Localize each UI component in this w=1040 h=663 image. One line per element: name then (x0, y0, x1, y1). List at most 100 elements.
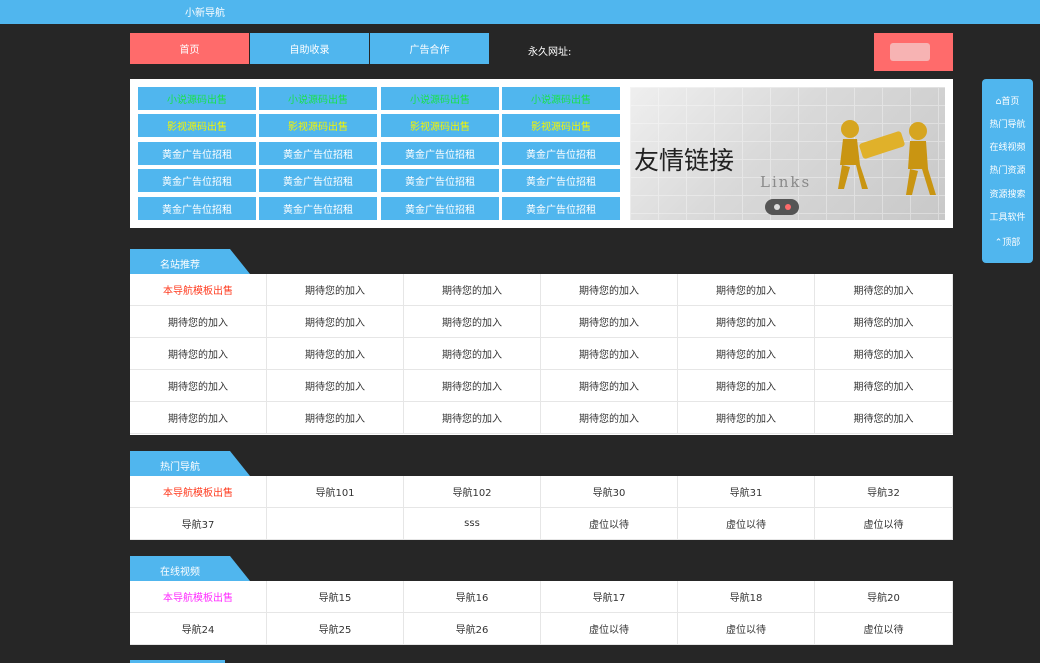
table-cell[interactable]: 导航25 (267, 613, 404, 645)
ad-cell[interactable]: 黄金广告位招租 (138, 197, 256, 220)
ad-cell[interactable]: 小说源码出售 (259, 87, 377, 110)
ad-cell[interactable]: 影视源码出售 (259, 114, 377, 137)
table-cell[interactable]: 期待您的加入 (130, 306, 267, 338)
sidebar-home-label: 首页 (1001, 97, 1020, 107)
table-cell[interactable]: 虚位以待 (815, 613, 953, 645)
table-cell[interactable]: 期待您的加入 (267, 306, 404, 338)
table-cell[interactable]: 导航101 (267, 476, 404, 508)
table-cell[interactable]: 虚位以待 (678, 508, 815, 540)
sidebar-item[interactable]: 热门导航 (982, 117, 1033, 130)
table-cell[interactable]: 期待您的加入 (404, 338, 541, 370)
table-cell[interactable]: 期待您的加入 (130, 338, 267, 370)
table-cell[interactable]: 导航37 (130, 508, 267, 540)
table-cell[interactable]: 期待您的加入 (815, 370, 953, 402)
table-cell[interactable]: 导航15 (267, 581, 404, 613)
top-bar: 小新导航 (0, 0, 1040, 24)
sidebar-item[interactable]: 热门资源 (982, 163, 1033, 176)
slide-subtitle: Links (760, 173, 812, 191)
table-cell[interactable]: 虚位以待 (541, 508, 678, 540)
friend-links-slide[interactable]: 友情链接 Links (630, 87, 945, 220)
table-cell[interactable]: 期待您的加入 (541, 306, 678, 338)
sidebar-item[interactable]: 在线视频 (982, 140, 1033, 153)
url-box[interactable] (874, 33, 953, 71)
table-cell[interactable]: 本导航模板出售 (130, 581, 267, 613)
slide-dot-active[interactable] (784, 204, 791, 210)
table-cell[interactable]: 期待您的加入 (541, 370, 678, 402)
nav-self-submit[interactable]: 自助收录 (250, 33, 369, 64)
table-cell[interactable]: 导航30 (541, 476, 678, 508)
table-cell[interactable]: 期待您的加入 (541, 402, 678, 434)
table-cell[interactable]: 期待您的加入 (678, 306, 815, 338)
sidebar-item[interactable]: 资源搜索 (982, 187, 1033, 200)
sidebar-item-home[interactable]: ⌂首页 (982, 94, 1033, 107)
section-tag-recommended: 名站推荐 (130, 249, 250, 274)
table-cell[interactable]: 期待您的加入 (815, 306, 953, 338)
table-cell[interactable]: 导航18 (678, 581, 815, 613)
table-cell[interactable]: 导航102 (404, 476, 541, 508)
table-cell[interactable]: 期待您的加入 (678, 402, 815, 434)
ad-cell[interactable]: 黄金广告位招租 (502, 197, 620, 220)
banner-panel: 小说源码出售 小说源码出售 小说源码出售 小说源码出售 影视源码出售 影视源码出… (130, 79, 953, 228)
table-cell[interactable]: 期待您的加入 (678, 274, 815, 306)
table-cell[interactable]: 期待您的加入 (130, 370, 267, 402)
table-cell[interactable]: 期待您的加入 (267, 370, 404, 402)
table-cell[interactable]: 期待您的加入 (267, 274, 404, 306)
ad-cell[interactable]: 黄金广告位招租 (381, 197, 499, 220)
nav-home[interactable]: 首页 (130, 33, 249, 64)
table-cell[interactable]: 期待您的加入 (267, 402, 404, 434)
table-cell[interactable]: 导航26 (404, 613, 541, 645)
table-cell[interactable]: 期待您的加入 (678, 338, 815, 370)
table-cell[interactable]: 期待您的加入 (815, 274, 953, 306)
ad-cell[interactable]: 黄金广告位招租 (502, 142, 620, 165)
ad-cell[interactable]: 小说源码出售 (138, 87, 256, 110)
ad-cell[interactable]: 影视源码出售 (138, 114, 256, 137)
hot-nav-table: 本导航模板出售 导航101 导航102 导航30 导航31 导航32 导航37 … (130, 476, 953, 540)
ad-cell[interactable]: 黄金广告位招租 (381, 142, 499, 165)
table-cell[interactable]: 虚位以待 (678, 613, 815, 645)
sidebar-top-label: 顶部 (1002, 238, 1021, 248)
table-cell[interactable] (267, 508, 404, 540)
table-cell[interactable]: 本导航模板出售 (130, 274, 267, 306)
table-cell[interactable]: 导航31 (678, 476, 815, 508)
table-cell[interactable]: 期待您的加入 (404, 370, 541, 402)
ad-cell[interactable]: 黄金广告位招租 (259, 197, 377, 220)
table-cell[interactable]: 虚位以待 (815, 508, 953, 540)
table-cell[interactable]: 期待您的加入 (404, 306, 541, 338)
table-cell[interactable]: 虚位以待 (541, 613, 678, 645)
ad-cell[interactable]: 黄金广告位招租 (259, 142, 377, 165)
table-cell[interactable]: 期待您的加入 (130, 402, 267, 434)
ad-cell[interactable]: 黄金广告位招租 (259, 169, 377, 192)
slide-dot[interactable] (773, 204, 780, 210)
ad-cell[interactable]: 黄金广告位招租 (502, 169, 620, 192)
table-cell[interactable]: 期待您的加入 (404, 274, 541, 306)
table-cell[interactable]: sss (404, 508, 541, 540)
table-cell[interactable]: 期待您的加入 (815, 402, 953, 434)
recommended-table: 本导航模板出售 期待您的加入 期待您的加入 期待您的加入 期待您的加入 期待您的… (130, 274, 953, 435)
table-cell[interactable]: 导航16 (404, 581, 541, 613)
table-cell[interactable]: 期待您的加入 (404, 402, 541, 434)
ad-cell[interactable]: 黄金广告位招租 (138, 142, 256, 165)
sidebar-item-top[interactable]: ⌃顶部 (982, 235, 1033, 248)
ad-cell[interactable]: 小说源码出售 (381, 87, 499, 110)
table-cell[interactable]: 期待您的加入 (267, 338, 404, 370)
slide-indicator (765, 199, 799, 215)
table-cell[interactable]: 期待您的加入 (541, 274, 678, 306)
site-brand[interactable]: 小新导航 (185, 4, 225, 19)
ad-cell[interactable]: 影视源码出售 (502, 114, 620, 137)
table-cell[interactable]: 期待您的加入 (541, 338, 678, 370)
ad-cell[interactable]: 小说源码出售 (502, 87, 620, 110)
ad-cell[interactable]: 黄金广告位招租 (138, 169, 256, 192)
sidebar-item[interactable]: 工具软件 (982, 210, 1033, 223)
nav-ad-coop[interactable]: 广告合作 (370, 33, 489, 64)
table-cell[interactable]: 期待您的加入 (815, 338, 953, 370)
ad-cell[interactable]: 黄金广告位招租 (381, 169, 499, 192)
ad-cell[interactable]: 影视源码出售 (381, 114, 499, 137)
table-cell[interactable]: 期待您的加入 (678, 370, 815, 402)
section-tag-hot-nav: 热门导航 (130, 451, 250, 476)
table-cell[interactable]: 导航20 (815, 581, 953, 613)
table-cell[interactable]: 导航24 (130, 613, 267, 645)
table-cell[interactable]: 本导航模板出售 (130, 476, 267, 508)
table-cell[interactable]: 导航32 (815, 476, 953, 508)
section-tag-online-video: 在线视频 (130, 556, 250, 581)
table-cell[interactable]: 导航17 (541, 581, 678, 613)
